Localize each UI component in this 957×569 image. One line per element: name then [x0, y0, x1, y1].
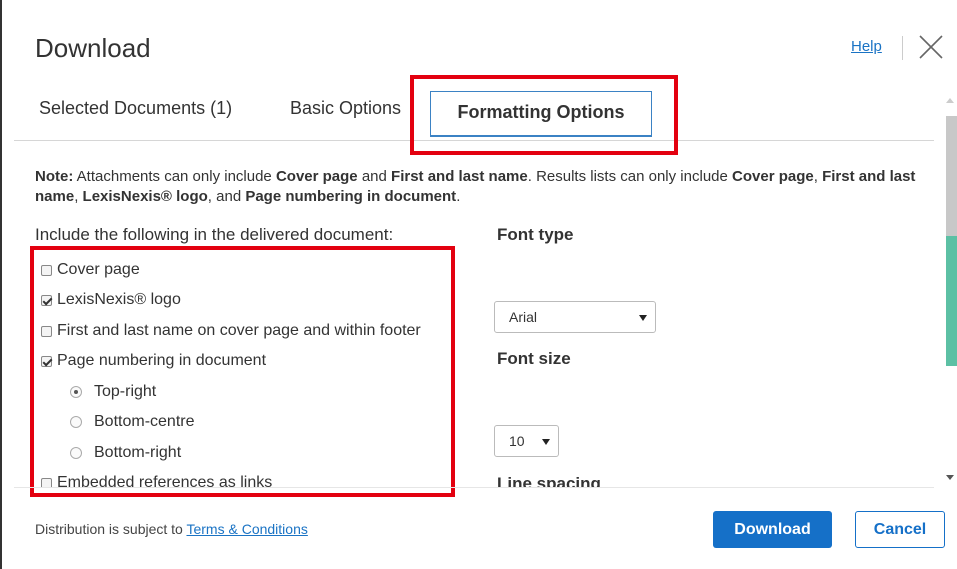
chevron-down-icon	[639, 315, 647, 321]
dialog-title: Download	[35, 33, 151, 63]
option-lexisnexis-logo[interactable]: LexisNexis® logo	[41, 291, 181, 309]
bottom-centre-radio[interactable]	[70, 416, 82, 428]
distribution-notice: Distribution is subject to Terms & Condi…	[35, 521, 308, 537]
font-type-heading: Font type	[497, 225, 574, 244]
scroll-up-arrow-icon[interactable]	[946, 98, 954, 103]
scrollbar-thumb-accent[interactable]	[946, 236, 957, 366]
option-cover-page[interactable]: Cover page	[41, 261, 140, 279]
option-label: First and last name on cover page and wi…	[57, 322, 421, 339]
option-first-last-name[interactable]: First and last name on cover page and wi…	[41, 322, 421, 340]
terms-conditions-link[interactable]: Terms & Conditions	[186, 521, 307, 537]
lexisnexis-logo-checkbox[interactable]	[41, 294, 52, 306]
formatting-options-panel: Note: Attachments can only include Cover…	[14, 141, 934, 487]
include-heading: Include the following in the delivered d…	[35, 225, 394, 244]
font-type-select[interactable]: Arial	[494, 301, 656, 333]
radio-bottom-right[interactable]: Bottom-right	[70, 444, 181, 462]
font-size-heading: Font size	[497, 349, 571, 368]
window-left-edge	[0, 0, 2, 569]
font-size-select[interactable]: 10	[494, 425, 559, 457]
top-right-radio[interactable]	[70, 386, 82, 398]
first-last-name-checkbox[interactable]	[41, 325, 52, 337]
radio-label: Top-right	[94, 383, 157, 400]
scroll-down-arrow-icon[interactable]	[946, 475, 954, 480]
page-numbering-checkbox[interactable]	[41, 355, 52, 367]
option-label: LexisNexis® logo	[57, 291, 181, 308]
tab-basic-options[interactable]: Basic Options	[290, 98, 401, 119]
cancel-button[interactable]: Cancel	[855, 511, 945, 548]
footer-divider	[14, 487, 934, 488]
close-icon[interactable]	[917, 33, 945, 61]
option-embedded-references[interactable]: Embedded references as links	[41, 474, 272, 487]
option-page-numbering[interactable]: Page numbering in document	[41, 352, 266, 370]
radio-label: Bottom-centre	[94, 413, 195, 430]
title-divider	[902, 36, 903, 60]
help-link[interactable]: Help	[851, 38, 882, 55]
line-spacing-heading: Line spacing	[497, 474, 601, 487]
radio-label: Bottom-right	[94, 444, 182, 461]
font-size-value: 10	[509, 433, 525, 449]
option-label: Cover page	[57, 261, 140, 278]
embedded-references-checkbox[interactable]	[41, 477, 52, 487]
tab-selected-documents[interactable]: Selected Documents (1)	[39, 98, 232, 119]
distribution-text: Distribution is subject to	[35, 521, 187, 537]
option-label: Page numbering in document	[57, 352, 267, 369]
download-button[interactable]: Download	[713, 511, 832, 548]
radio-bottom-centre[interactable]: Bottom-centre	[70, 413, 194, 431]
font-type-value: Arial	[509, 309, 538, 325]
tab-formatting-options[interactable]: Formatting Options	[430, 91, 652, 137]
chevron-down-icon	[542, 439, 550, 445]
option-label: Embedded references as links	[57, 474, 273, 487]
attachments-note: Note: Attachments can only include Cover…	[35, 168, 916, 205]
bottom-right-radio[interactable]	[70, 447, 82, 459]
cover-page-checkbox[interactable]	[41, 264, 52, 276]
radio-top-right[interactable]: Top-right	[70, 383, 156, 401]
